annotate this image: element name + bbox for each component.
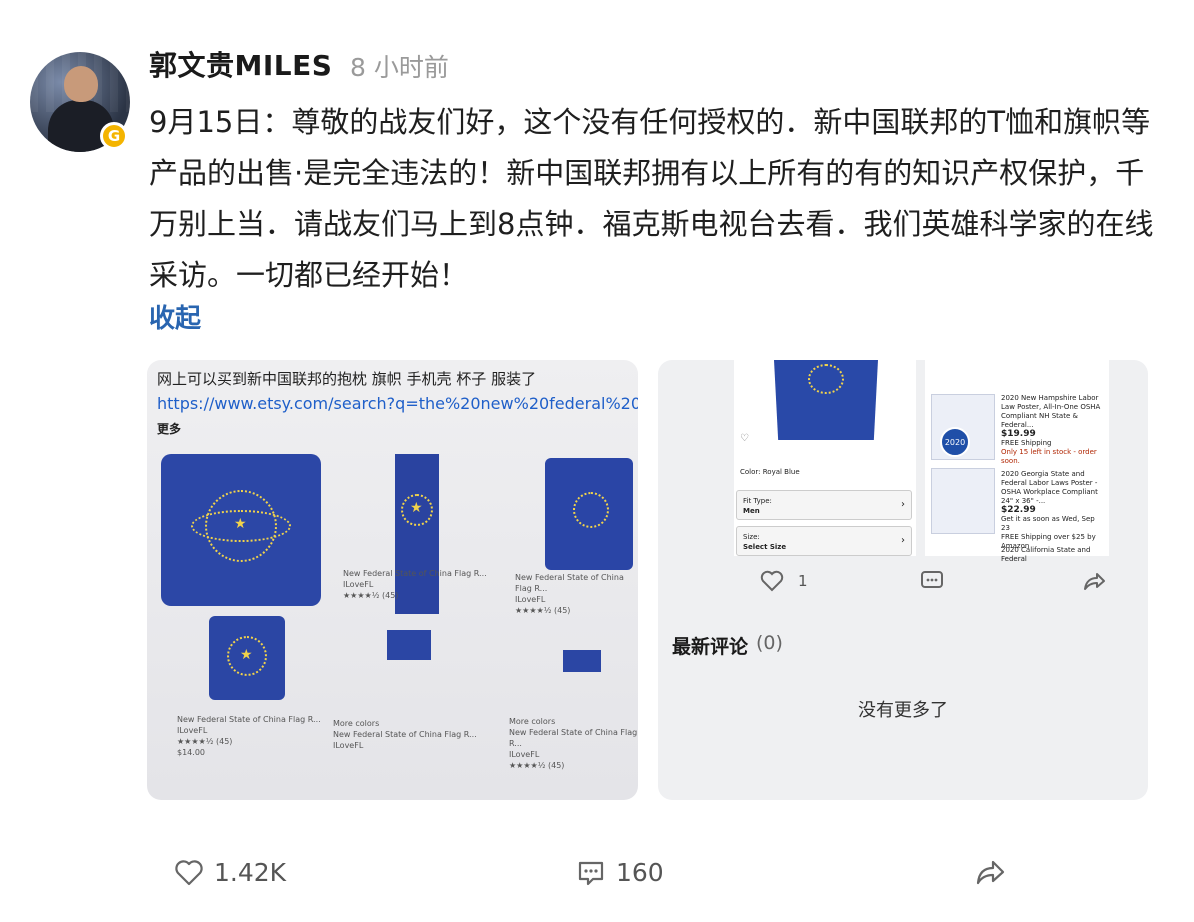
comment-button[interactable]: 160 xyxy=(576,858,664,887)
comments-title: 最新评论 xyxy=(672,636,749,658)
no-more-text: 没有更多了 xyxy=(858,700,948,721)
like-count: 1 xyxy=(798,572,808,590)
like-count: 1.42K xyxy=(214,858,287,887)
poster-listing: 2020 Georgia State and Federal Labor Law… xyxy=(1001,470,1098,550)
product-info: New Federal State of China Flag R... ILov… xyxy=(343,569,487,600)
mini-flag-product xyxy=(387,630,431,660)
color-label: Color: Royal Blue xyxy=(740,468,800,476)
emblem-circle xyxy=(808,364,844,394)
verified-badge-icon: G xyxy=(100,122,128,150)
fit-type-select: Fit Type: Men › xyxy=(736,490,912,520)
image-caption: 网上可以买到新中国联邦的抱枕 旗帜 手机壳 杯子 服装了 xyxy=(157,370,537,388)
emblem-circle xyxy=(573,492,609,528)
amazon-product-screenshot: ♡ Color: Royal Blue Fit Type: Men › Size… xyxy=(734,360,916,556)
post-image-etsy[interactable]: 网上可以买到新中国联邦的抱枕 旗帜 手机壳 杯子 服装了 https://www… xyxy=(147,360,638,800)
heart-icon xyxy=(175,859,203,885)
heart-icon xyxy=(760,570,784,592)
post-image-amazon[interactable]: ♡ Color: Royal Blue Fit Type: Men › Size… xyxy=(658,360,1148,800)
comment-icon xyxy=(578,861,604,885)
author-name[interactable]: 郭文贵MILES xyxy=(149,44,332,84)
comments-count: (0) xyxy=(756,632,783,654)
post-action-bar: 1.42K 160 xyxy=(0,848,1194,898)
image-more-label: 更多 xyxy=(157,422,182,436)
phone-case-product xyxy=(545,458,633,570)
collapse-link[interactable]: 收起 xyxy=(149,298,201,335)
chevron-right-icon: › xyxy=(901,499,905,510)
poster-thumbnail xyxy=(931,468,995,534)
comment-icon xyxy=(921,571,943,588)
share-button[interactable] xyxy=(974,858,1006,886)
star-icon: ★ xyxy=(234,516,247,532)
amazon-search-screenshot: 2020 2020 New Hampshire Labor Law Poster… xyxy=(925,360,1109,563)
share-icon xyxy=(1084,573,1105,590)
heart-icon: ♡ xyxy=(740,433,749,444)
product-info: More colors New Federal State of China Fl… xyxy=(509,717,638,770)
poster-listing: 2020 California State and Federal xyxy=(1001,546,1091,563)
share-icon xyxy=(976,860,1005,885)
image-url: https://www.etsy.com/search?q=the%20new%… xyxy=(157,394,638,413)
inner-action-bar: 1 xyxy=(658,566,1148,596)
star-icon: ★ xyxy=(240,647,253,663)
pillow-product: ★ xyxy=(161,454,321,606)
like-button[interactable]: 1.42K xyxy=(174,858,286,887)
comment-count: 160 xyxy=(616,858,664,887)
poster-thumbnail: 2020 xyxy=(931,394,995,460)
star-icon: ★ xyxy=(410,500,423,516)
post-time: 8 小时前 xyxy=(350,53,449,82)
seal-icon: 2020 xyxy=(940,427,970,457)
comment-button[interactable] xyxy=(920,570,944,592)
like-button[interactable]: 1 xyxy=(760,570,808,592)
avatar-face xyxy=(64,66,98,102)
tshirt-product xyxy=(774,360,878,440)
poster-listing: 2020 New Hampshire Labor Law Poster, All… xyxy=(1001,394,1101,465)
product-info: New Federal State of China Flag R... ILov… xyxy=(177,715,321,757)
mug-product: ★ xyxy=(209,616,285,700)
mini-flag-product xyxy=(563,650,601,672)
share-button[interactable] xyxy=(1082,570,1106,592)
size-select: Size: Select Size › xyxy=(736,526,912,556)
post-text: 9月15日：尊敬的战友们好，这个没有任何授权的．新中国联邦的T恤和旗帜等产品的出… xyxy=(149,105,1154,292)
product-info: New Federal State of China Flag R... ILov… xyxy=(515,573,624,615)
product-info: More colors New Federal State of China Fl… xyxy=(333,719,477,750)
chevron-right-icon: › xyxy=(901,535,905,546)
